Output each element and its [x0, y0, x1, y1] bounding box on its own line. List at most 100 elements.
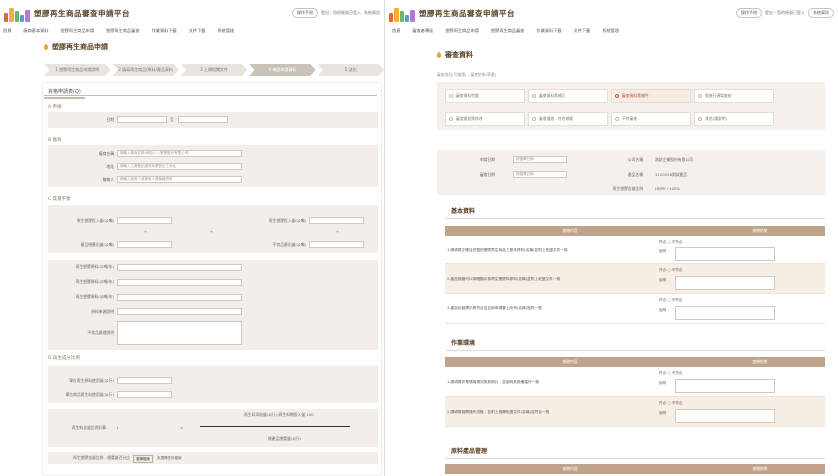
- review-date-input[interactable]: 請選擇日期: [513, 171, 567, 178]
- drop-icon: [44, 44, 48, 50]
- note-textarea[interactable]: [675, 247, 775, 261]
- nav-review[interactable]: 塑膠再生商品審查: [106, 28, 140, 34]
- formula-denominator: 總產品總重量(公斤): [268, 436, 302, 441]
- note-textarea[interactable]: [675, 409, 775, 423]
- drop-icon: [437, 52, 441, 58]
- radio-option-7[interactable]: 不符審查: [611, 112, 691, 126]
- ratio-label-2: 再生塑膠原料(公噸/年): [75, 279, 114, 284]
- nav-home[interactable]: 首頁: [3, 28, 11, 34]
- page-title: 塑膠再生商品申請: [44, 42, 108, 52]
- radio-option-2[interactable]: 審查資料需補正: [528, 89, 608, 103]
- ratio-value: HDPE / 100%: [655, 186, 681, 191]
- login-status: 登出 - 您的帳號已登入: [765, 10, 805, 15]
- formula-numerator: 再生料添加量(公斤)/再生料總投入量 100: [244, 412, 314, 417]
- col-result: 查驗結果: [695, 357, 825, 367]
- contact-input[interactable]: 請輸入負責人或專責人員聯絡資訊: [117, 176, 242, 183]
- section-application: A 申請: [48, 105, 62, 110]
- section-material-title: 原料產品管理: [451, 448, 488, 455]
- ratio-label-1: 再生塑膠原料(公噸/年): [75, 264, 114, 269]
- fraction-bar: [200, 426, 350, 427]
- no-file-note: 未選擇任何檔案: [157, 456, 182, 460]
- nav-review[interactable]: 塑膠再生商品審查: [491, 28, 525, 34]
- col-result: 查驗結果: [695, 464, 825, 474]
- defect-desc-textarea[interactable]: [117, 321, 242, 345]
- check-options[interactable]: 符合 ○ 不符合: [659, 298, 682, 303]
- row-content: 2.產品規格可以明確顯示其再生塑膠料原料(名稱)並附上佐證文件一致: [447, 277, 561, 281]
- note-textarea[interactable]: [675, 379, 775, 393]
- nav-download[interactable]: 作業資料下載: [152, 28, 177, 34]
- step-1[interactable]: 1 塑膠再生商品申請說明: [44, 64, 111, 76]
- section-mass-balance: C 質量平衡: [48, 197, 71, 202]
- content-label-1: 單位再生原料使用量(公斤): [69, 378, 114, 383]
- virgin-input-field[interactable]: [117, 217, 172, 224]
- radio-option-1[interactable]: 審查資料完整: [445, 89, 525, 103]
- radio-dot-selected: [615, 94, 619, 98]
- nav-apply[interactable]: 塑膠再生商品申請: [61, 28, 95, 34]
- check-options[interactable]: 符合 ○ 不符合: [659, 240, 682, 245]
- check-options[interactable]: 符合 ○ 不符合: [659, 268, 682, 273]
- system-info-link[interactable]: 系統資訊: [808, 8, 834, 18]
- col-content: 查驗內容: [445, 226, 695, 236]
- nav-apply[interactable]: 塑膠再生商品申請: [445, 28, 479, 34]
- company-name-input[interactable]: 請輸入廠商名稱(例如:○○實業股份有限公司): [117, 150, 242, 157]
- site-title: 塑膠再生商品審查申請平台: [34, 8, 130, 18]
- nav-home[interactable]: 首頁: [392, 28, 400, 34]
- nav-admin[interactable]: 系統管理: [217, 28, 234, 34]
- ratio-input-1[interactable]: [117, 264, 242, 271]
- manual-link[interactable]: 操作手冊: [736, 8, 762, 18]
- step-4[interactable]: 4 確認申請資料: [249, 64, 316, 76]
- date-end-input[interactable]: [178, 116, 228, 123]
- recycled-input-field[interactable]: [309, 217, 364, 224]
- tab-form-q[interactable]: 資格申請表(Q): [44, 86, 85, 99]
- site-title: 塑膠再生商品審查申請平台: [419, 8, 515, 18]
- source-desc-label: 原料來源說明: [91, 309, 114, 314]
- radio-option-5[interactable]: 審查意見需修改: [445, 112, 525, 126]
- ratio-input-3[interactable]: [117, 294, 242, 301]
- step-5[interactable]: 5 送出: [317, 64, 384, 76]
- company-label: 公司名稱: [627, 157, 643, 162]
- content-input-2[interactable]: [117, 391, 172, 398]
- nav-admin[interactable]: 系統管理: [602, 28, 619, 34]
- nav-docs[interactable]: 文件下載: [189, 28, 206, 34]
- date-start-input[interactable]: [117, 116, 167, 123]
- ratio-label: 再生塑膠含量比例: [612, 186, 643, 191]
- defect-field[interactable]: [309, 241, 364, 248]
- site-logo: [389, 4, 415, 22]
- nav-company[interactable]: 廠商基本資料: [23, 28, 48, 34]
- site-logo: [4, 4, 30, 22]
- product-label: 產品名稱: [627, 172, 643, 177]
- date-label: 日期: [106, 117, 114, 122]
- row-content: 3.產品包裝標示應符合並且與申請書上所列(名稱)相符一致: [447, 306, 542, 310]
- nav-reviewer[interactable]: 審查者專區: [412, 28, 433, 34]
- content-input-1[interactable]: [117, 377, 172, 384]
- output-label: 產品總產出量(公噸): [80, 242, 114, 247]
- upload-label: 再生塑膠含量比例 - 總重量百分比: [73, 455, 130, 460]
- check-options[interactable]: 符合 ○ 不符合: [659, 401, 682, 406]
- nav-download[interactable]: 作業資料下載: [536, 28, 561, 34]
- step-2[interactable]: 2 填寫再生商品/原料/產品資料: [112, 64, 179, 76]
- source-desc-input[interactable]: [117, 308, 242, 315]
- header: 塑膠再生商品審查申請平台 操作手冊 登出 - 您的帳號已登入 系統資訊: [0, 0, 384, 26]
- system-info-link[interactable]: 系統資訊: [364, 10, 380, 16]
- nav-docs[interactable]: 文件下載: [574, 28, 591, 34]
- radio-option-8[interactable]: 其他(請說明): [694, 112, 774, 126]
- manual-link[interactable]: 操作手冊: [292, 8, 318, 18]
- radio-dot: [449, 94, 453, 98]
- apply-date-input[interactable]: 請選擇日期: [513, 156, 567, 163]
- choose-file-button[interactable]: 選擇檔案: [133, 455, 153, 463]
- formula-times: ×: [180, 425, 184, 430]
- note-textarea[interactable]: [675, 276, 775, 290]
- check-options[interactable]: 符合 ○ 不符合: [659, 371, 682, 376]
- output-field[interactable]: [117, 241, 172, 248]
- ratio-input-2[interactable]: [117, 279, 242, 286]
- radio-dot: [698, 94, 702, 98]
- radio-option-6[interactable]: 審查通過 - 符合規範: [528, 112, 608, 126]
- address-input[interactable]: 請輸入工廠登記證或商業登記之地址: [117, 163, 242, 170]
- company-name-label: 廠商名稱: [98, 151, 114, 156]
- step-3[interactable]: 3 上傳相關文件: [180, 64, 248, 76]
- col-content: 查驗內容: [445, 357, 695, 367]
- note-label: 說明: [659, 381, 667, 385]
- radio-option-3[interactable]: 審查資料需補件: [611, 89, 691, 103]
- note-textarea[interactable]: [675, 306, 775, 320]
- radio-option-4[interactable]: 需進行現場查核: [694, 89, 774, 103]
